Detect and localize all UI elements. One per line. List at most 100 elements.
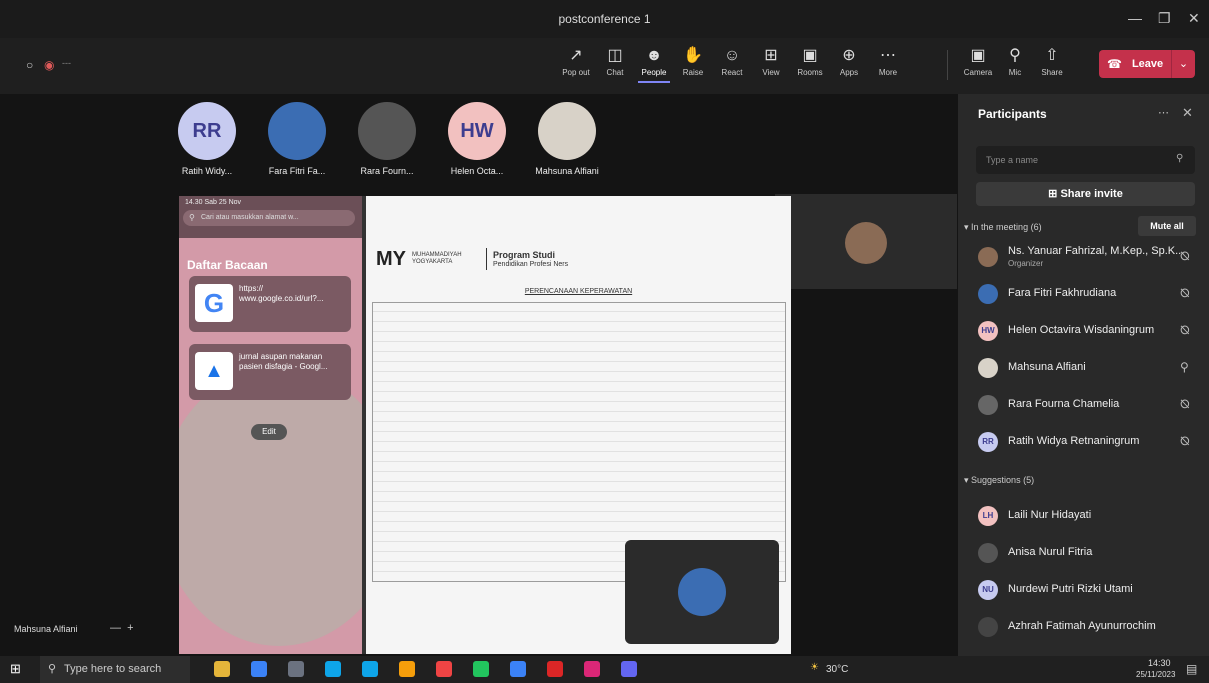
suggestions-section[interactable]: ▾ Suggestions (5) <box>964 475 1034 486</box>
participant-search-input[interactable]: Type a name ⚲ <box>976 146 1195 174</box>
phone-search-input[interactable]: ⚲ Cari atau masukkan alamat w... <box>183 210 355 226</box>
taskbar-app-icon[interactable] <box>436 661 452 677</box>
clock-time: 14:30 <box>1148 658 1171 668</box>
share-invite-button[interactable]: ⊞ Share invite <box>976 182 1195 206</box>
toolbar-more-button[interactable]: ⋯ More <box>868 46 908 77</box>
participant-row[interactable]: Ns. Yanuar Fahrizal, M.Kep., Sp.K... Org… <box>958 239 1209 275</box>
mic-muted-icon[interactable]: ⦰ <box>1180 434 1190 449</box>
taskbar-app-icon[interactable] <box>473 661 489 677</box>
taskbar-app-icon[interactable] <box>621 661 637 677</box>
mic-muted-icon[interactable]: ⦰ <box>1180 323 1190 338</box>
toolbar-camera-button[interactable]: ▣ Camera <box>958 46 998 77</box>
more-options-icon[interactable]: ⋯ <box>1158 106 1169 119</box>
toolbar-people-button[interactable]: ☻ People <box>634 46 674 83</box>
self-video-tile[interactable] <box>775 194 957 289</box>
chevron-down-icon[interactable]: ⌄ <box>1171 50 1195 78</box>
participant-video-tile[interactable]: Rara Fourn... <box>344 102 430 176</box>
notification-icon[interactable]: ▤ <box>1186 662 1197 676</box>
suggested-participant-row[interactable]: NU Nurdewi Putri Rizki Utami <box>958 572 1209 608</box>
toolbar-share-button[interactable]: ⇧ Share <box>1032 46 1072 77</box>
participant-name: Fara Fitri Fakhrudiana <box>1008 287 1117 299</box>
mic-muted-icon[interactable]: ⦰ <box>1180 397 1190 412</box>
restore-icon[interactable]: ❐ <box>1158 10 1171 27</box>
document-heading: PERENCANAAN KEPERAWATAN <box>524 288 633 295</box>
minimize-icon[interactable]: — <box>1128 10 1142 26</box>
in-meeting-section[interactable]: ▾ In the meeting (6) <box>964 222 1042 233</box>
participant-name: Helen Octavira Wisdaningrum <box>1008 324 1155 336</box>
suggested-participant-row[interactable]: Anisa Nurul Fitria <box>958 535 1209 571</box>
screen-share-presenter-tile[interactable] <box>625 540 779 644</box>
toolbar-rooms-button[interactable]: ▣ Rooms <box>790 46 830 77</box>
toolbar-label: People <box>641 68 667 77</box>
participant-row[interactable]: HW Helen Octavira Wisdaningrum ⦰ <box>958 313 1209 349</box>
leave-label: Leave <box>1131 58 1164 70</box>
taskbar-app-icon[interactable] <box>584 661 600 677</box>
toolbar-apps-button[interactable]: ⊕ Apps <box>829 46 869 77</box>
leave-button[interactable]: ☎ Leave ⌄ <box>1099 50 1195 78</box>
reading-list-heading: Daftar Bacaan <box>187 258 268 272</box>
header-divider <box>486 248 487 270</box>
taskbar-app-icon[interactable] <box>399 661 415 677</box>
windows-start-icon[interactable]: ⊞ <box>10 661 21 677</box>
document-org: MUHAMMADIYAH YOGYAKARTA <box>412 252 462 265</box>
close-icon[interactable]: ✕ <box>1188 10 1200 27</box>
reading-card-2[interactable]: ▲ jurnal asupan makanan pasien disfagia -… <box>189 344 351 400</box>
taskbar-search-placeholder: Type here to search <box>64 663 162 675</box>
suggested-participant-row[interactable]: Azhrah Fatimah Ayunurrochim <box>958 609 1209 645</box>
taskbar-app-icon[interactable] <box>510 661 526 677</box>
taskbar-app-icon[interactable] <box>251 661 267 677</box>
taskbar-app-icon[interactable] <box>288 661 304 677</box>
taskbar-app-icon[interactable] <box>214 661 230 677</box>
mic-muted-icon[interactable]: ⦰ <box>1180 286 1190 301</box>
edit-button[interactable]: Edit <box>251 424 287 440</box>
phone-icon: ☎ <box>1107 57 1122 71</box>
toolbar-chat-button[interactable]: ◫ Chat <box>595 46 635 77</box>
toolbar-pop-out-button[interactable]: ↗ Pop out <box>556 46 596 77</box>
toolbar-view-button[interactable]: ⊞ View <box>751 46 791 77</box>
avatar <box>978 617 998 637</box>
toolbar-mic-button[interactable]: ⚲ Mic <box>995 46 1035 77</box>
mute-all-button[interactable]: Mute all <box>1138 216 1196 236</box>
participant-row[interactable]: Fara Fitri Fakhrudiana ⦰ <box>958 276 1209 312</box>
taskbar-app-icon[interactable] <box>362 661 378 677</box>
mic-icon[interactable]: ⚲ <box>1180 360 1189 374</box>
card-title: jurnal asupan makanan <box>239 352 323 361</box>
in-meeting-label: In the meeting (6) <box>971 222 1042 232</box>
toolbar-raise-button[interactable]: ✋ Raise <box>673 46 713 77</box>
rooms-icon: ▣ <box>802 47 818 64</box>
meeting-stage: RR Ratih Widy... Fara Fitri Fa... Rara Four… <box>0 94 958 656</box>
taskbar-app-icon[interactable] <box>325 661 341 677</box>
taskbar-app-icon[interactable] <box>547 661 563 677</box>
taskbar-search[interactable]: ⚲ Type here to search <box>40 656 190 683</box>
participant-row[interactable]: Rara Fourna Chamelia ⦰ <box>958 387 1209 423</box>
smile-icon: ☺ <box>723 47 741 64</box>
zoom-controls[interactable]: — + <box>110 622 134 634</box>
participant-row[interactable]: RR Ratih Widya Retnaningrum ⦰ <box>958 424 1209 460</box>
participant-video-tile[interactable]: Fara Fitri Fa... <box>254 102 340 176</box>
clock-date: 25/11/2023 <box>1136 670 1176 679</box>
apps-icon: ⊕ <box>842 47 856 64</box>
avatar: RR <box>178 102 236 160</box>
recording-icon: ◉ <box>44 58 55 72</box>
logo-text: MY <box>376 248 406 270</box>
participant-row[interactable]: Mahsuna Alfiani ⚲ <box>958 350 1209 386</box>
phone-screen: 14.30 Sab 25 Nov ⚲ Cari atau masukkan al… <box>179 196 362 654</box>
participant-name: Ns. Yanuar Fahrizal, M.Kep., Sp.K... <box>1008 245 1185 257</box>
close-panel-icon[interactable]: ✕ <box>1182 105 1193 121</box>
participant-video-tile[interactable]: Mahsuna Alfiani <box>524 102 610 176</box>
mic-muted-icon[interactable]: ⦰ <box>1180 249 1190 264</box>
toolbar-react-button[interactable]: ☺ React <box>712 46 752 77</box>
participant-video-tile[interactable]: RR Ratih Widy... <box>164 102 250 176</box>
participant-video-tile[interactable]: HW Helen Octa... <box>434 102 520 176</box>
participants-panel: Participants ⋯ ✕ Type a name ⚲ ⊞ Share i… <box>958 94 1209 656</box>
panel-title: Participants <box>978 107 1047 121</box>
toolbar-label: Apps <box>839 68 859 77</box>
phone-search-placeholder: Cari atau masukkan alamat w... <box>201 214 299 221</box>
google-icon: G <box>195 284 233 322</box>
reading-card-1[interactable]: G https://www.google.co.id/url?... <box>189 276 351 332</box>
participant-name: Laili Nur Hidayati <box>1008 509 1092 521</box>
suggested-participant-row[interactable]: LH Laili Nur Hidayati <box>958 498 1209 534</box>
shield-icon: ○ <box>26 58 34 72</box>
avatar <box>978 395 998 415</box>
toolbar-label: Camera <box>963 68 993 77</box>
